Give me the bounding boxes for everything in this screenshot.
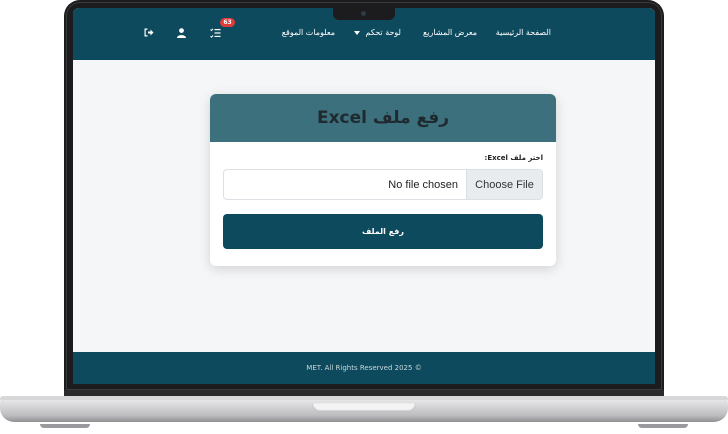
file-input[interactable]: Choose File No file chosen — [223, 169, 543, 200]
choose-file-button[interactable]: Choose File — [466, 170, 542, 199]
browser-screen: الصفحة الرئيسية معرض المشاريع لوحة تحكم … — [73, 8, 655, 384]
copyright-text: MET. All Rights Reserved 2025 © — [306, 364, 422, 372]
tasks-icon[interactable] — [210, 28, 221, 41]
user-icon[interactable] — [177, 28, 186, 41]
upload-card-header: رفع ملف Excel — [210, 94, 556, 142]
camera-icon — [361, 11, 366, 16]
upload-form: اختر ملف Excel: Choose File No file chos… — [210, 142, 556, 249]
caret-down-icon — [353, 31, 360, 35]
laptop-foot-left — [40, 424, 90, 428]
page-footer: MET. All Rights Reserved 2025 © — [73, 352, 655, 384]
file-field-label: اختر ملف Excel: — [484, 154, 543, 162]
upload-card: رفع ملف Excel اختر ملف Excel: Choose Fil… — [210, 94, 556, 266]
page-title: رفع ملف Excel — [316, 108, 450, 128]
nav-projects-link[interactable]: معرض المشاريع — [423, 28, 477, 37]
upload-submit-button[interactable]: رفع الملف — [223, 214, 543, 249]
nav-dashboard-dropdown[interactable]: لوحة تحكم — [353, 28, 401, 37]
notification-badge: 63 — [220, 18, 235, 27]
nav-home-link[interactable]: الصفحة الرئيسية — [496, 28, 551, 37]
laptop-foot-right — [638, 424, 688, 428]
file-status-text: No file chosen — [388, 178, 458, 191]
nav-dashboard-label: لوحة تحكم — [365, 28, 401, 37]
nav-site-info-link[interactable]: معلومات الموقع — [282, 28, 335, 37]
logout-icon[interactable] — [144, 28, 154, 40]
laptop-opening-notch — [312, 403, 416, 412]
